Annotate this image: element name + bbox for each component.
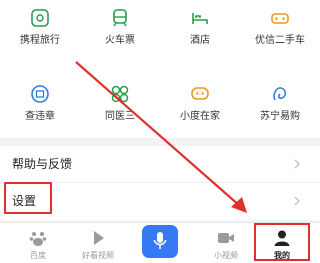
chevron-right-icon [294, 196, 300, 206]
service-label: 同医三 [105, 111, 135, 122]
xiaodu-icon [191, 87, 209, 100]
chevron-right-icon [294, 159, 300, 169]
hotel-icon [192, 13, 208, 24]
service-label: 酒店 [190, 35, 210, 46]
service-label: 火车票 [105, 35, 135, 46]
service-label: 优信二手车 [255, 35, 305, 46]
service-train[interactable]: 火车票 [80, 8, 160, 58]
service-label: 查违章 [25, 111, 55, 122]
service-medical[interactable]: 同医三 [80, 84, 160, 134]
tab-short-video[interactable]: 小视频 [194, 223, 258, 263]
mine-highlight-box [254, 223, 310, 261]
settings-highlight-box [4, 182, 52, 214]
services-grid: 携程旅行 火车票 酒店 优信二手车 查违章 同医三 小度在家 苏宁易购 [0, 0, 320, 138]
tab-baidu[interactable]: 百度 [6, 223, 70, 263]
video-camera-icon [218, 233, 234, 243]
help-feedback-label: 帮助与反馈 [12, 157, 73, 171]
violation-icon [31, 85, 49, 103]
suning-icon [273, 87, 287, 101]
services-row-1: 携程旅行 火车票 酒店 优信二手车 [0, 8, 320, 58]
car-icon [271, 13, 289, 24]
train-icon [113, 9, 127, 27]
service-used-car[interactable]: 优信二手车 [240, 8, 320, 58]
service-label: 携程旅行 [20, 35, 60, 46]
service-violation[interactable]: 查违章 [0, 84, 80, 134]
microphone-icon [153, 232, 167, 249]
service-hotel[interactable]: 酒店 [160, 8, 240, 58]
tab-label: 好看视频 [82, 251, 114, 260]
service-ctrip[interactable]: 携程旅行 [0, 8, 80, 58]
baidu-paw-icon [29, 232, 47, 246]
service-label: 苏宁易购 [260, 111, 300, 122]
tab-label: 小视频 [214, 251, 238, 260]
medical-icon [111, 85, 129, 103]
service-suning[interactable]: 苏宁易购 [240, 84, 320, 134]
help-feedback-row[interactable]: 帮助与反馈 [0, 146, 320, 183]
play-icon [94, 231, 104, 245]
travel-icon [31, 9, 49, 27]
service-label: 小度在家 [180, 111, 220, 122]
services-row-2: 查违章 同医三 小度在家 苏宁易购 [0, 84, 320, 134]
tab-haokan-video[interactable]: 好看视频 [66, 223, 130, 263]
voice-search-button[interactable] [142, 225, 178, 258]
tab-label: 百度 [30, 251, 46, 260]
service-xiaodu[interactable]: 小度在家 [160, 84, 240, 134]
